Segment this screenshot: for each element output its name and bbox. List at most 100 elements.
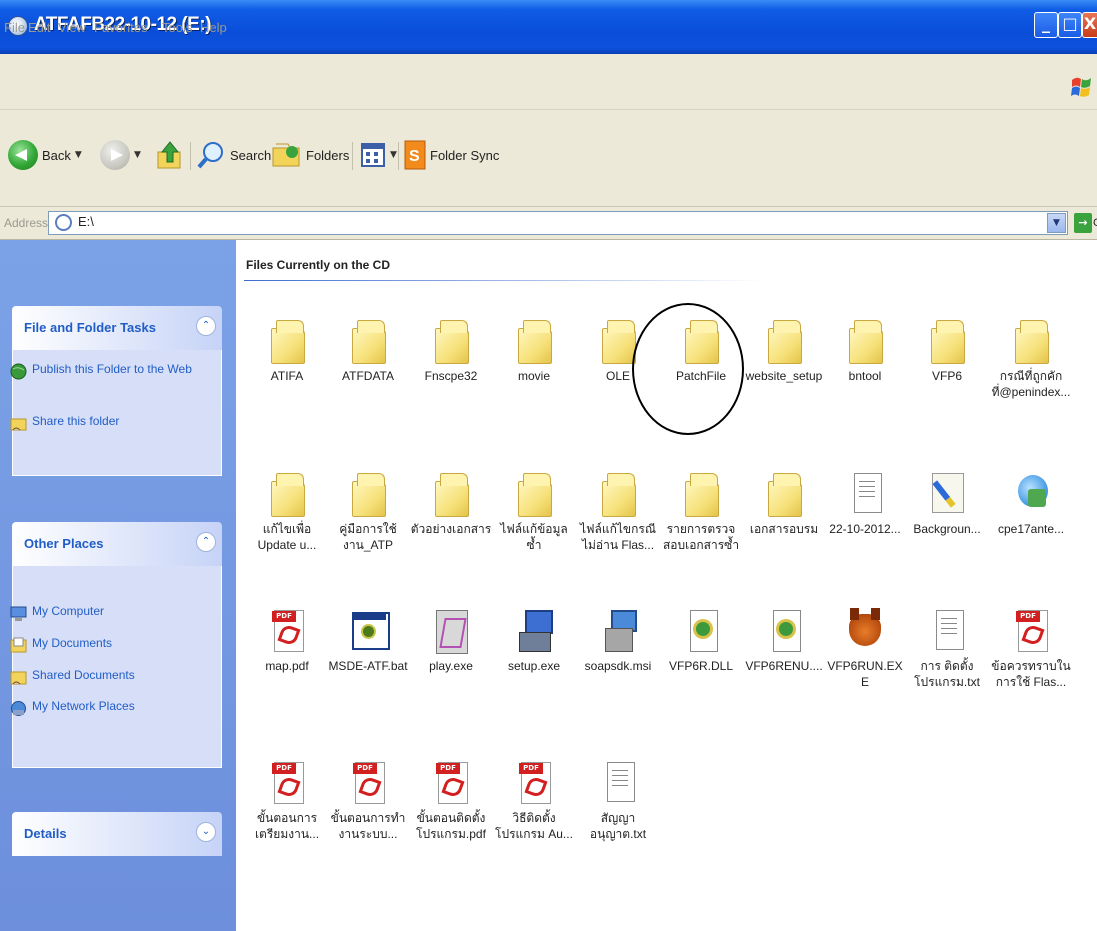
task-share-folder[interactable]: Share this folder: [10, 414, 200, 432]
file-item[interactable]: ข้อควรทราบใน การใช้ Flas...: [990, 608, 1072, 690]
file-item[interactable]: Backgroun...: [906, 471, 988, 537]
place-my-documents[interactable]: My Documents: [10, 636, 112, 654]
details-header[interactable]: Details ⌄: [12, 812, 222, 856]
go-button[interactable]: →: [1074, 213, 1092, 233]
item-label: คู่มือการใช้ งาน_ATP: [339, 522, 397, 552]
views-button[interactable]: ▼: [360, 135, 397, 175]
folder-item[interactable]: ไฟล์แก้ไขกรณี ไม่อ่าน Flas...: [577, 471, 659, 553]
folders-button[interactable]: Folders: [270, 135, 349, 175]
file-item[interactable]: ขั้นตอนการทำ งานระบบ...: [327, 760, 409, 842]
other-places-header[interactable]: Other Places ⌃: [12, 522, 222, 566]
maximize-button[interactable]: □: [1058, 12, 1082, 38]
item-label: bntool: [848, 369, 882, 383]
chevron-down-icon: ▼: [390, 150, 397, 160]
dll-icon: [765, 608, 803, 654]
folder-item[interactable]: แก้ไขเพื่อ Update u...: [246, 471, 328, 553]
item-label: VFP6RUN.EXE: [827, 659, 903, 689]
expand-chevron-icon[interactable]: ⌄: [196, 822, 216, 842]
shared-documents-label: Shared Documents: [32, 668, 135, 682]
item-label: การ ติดตั้งโปรแกรม.txt: [914, 659, 980, 689]
folder-sync-button[interactable]: S Folder Sync: [404, 135, 499, 175]
file-item[interactable]: VFP6RUN.EXE: [824, 608, 906, 690]
file-item[interactable]: soapsdk.msi: [577, 608, 659, 674]
file-item[interactable]: cpe17ante...: [990, 471, 1072, 537]
minimize-button[interactable]: _: [1034, 12, 1058, 38]
pdf-icon: [268, 760, 306, 806]
folder-item[interactable]: movie: [493, 318, 575, 384]
pdf-icon: [268, 608, 306, 654]
item-label: Fnscpe32: [424, 369, 478, 383]
folder-item[interactable]: Fnscpe32: [410, 318, 492, 384]
file-item[interactable]: ขั้นตอนการ เตรียมงาน...: [246, 760, 328, 842]
pdf-icon: [349, 760, 387, 806]
item-label: ตัวอย่างเอกสาร: [410, 522, 492, 536]
item-label: ไฟล์แก้ข้อมูล ซ้ำ: [500, 522, 568, 552]
file-item[interactable]: play.exe: [410, 608, 492, 674]
folder-item[interactable]: คู่มือการใช้ งาน_ATP: [327, 471, 409, 553]
shared-documents-icon: [10, 671, 27, 685]
collapse-chevron-icon[interactable]: ⌃: [196, 532, 216, 552]
address-value[interactable]: E:\: [78, 214, 94, 229]
menu-edit[interactable]: Edit: [28, 20, 50, 35]
my-computer-label: My Computer: [32, 604, 105, 618]
folder-icon: [599, 471, 637, 517]
menu-view[interactable]: View: [58, 20, 86, 35]
item-label: รายการตรวจ สอบเอกสารซ้ำ: [662, 522, 740, 552]
item-label: ATFDATA: [342, 369, 394, 383]
folder-item[interactable]: ไฟล์แก้ข้อมูล ซ้ำ: [493, 471, 575, 553]
menu-file[interactable]: File: [4, 20, 25, 35]
folder-item[interactable]: ATIFA: [246, 318, 328, 384]
menu-help[interactable]: Help: [200, 20, 227, 35]
item-label: website_setup: [745, 369, 823, 383]
executable-icon: [432, 608, 470, 654]
address-dropdown-button[interactable]: ▼: [1047, 213, 1066, 233]
back-button[interactable]: Back ▼: [8, 135, 82, 175]
menu-tools[interactable]: Tools: [162, 20, 192, 35]
folder-item[interactable]: VFP6: [906, 318, 988, 384]
collapse-chevron-icon[interactable]: ⌃: [196, 316, 216, 336]
folder-item[interactable]: website_setup: [743, 318, 825, 384]
place-shared-documents[interactable]: Shared Documents: [10, 668, 135, 686]
dll-icon: [682, 608, 720, 654]
folder-item[interactable]: ATFDATA: [327, 318, 409, 384]
folder-item[interactable]: ตัวอย่างเอกสาร: [410, 471, 492, 537]
file-item[interactable]: setup.exe: [493, 608, 575, 674]
up-button[interactable]: [156, 135, 184, 175]
folder-item[interactable]: bntool: [824, 318, 906, 384]
file-folder-tasks-title: File and Folder Tasks: [24, 320, 156, 335]
my-documents-label: My Documents: [32, 636, 113, 650]
file-item[interactable]: VFP6R.DLL: [660, 608, 742, 674]
folder-item[interactable]: เอกสารอบรม: [743, 471, 825, 537]
close-button[interactable]: X: [1082, 12, 1097, 38]
item-label: VFP6RENU....: [745, 659, 823, 673]
place-my-network[interactable]: My Network Places: [10, 699, 135, 717]
file-item[interactable]: วิธีติดตั้ง โปรแกรม Au...: [493, 760, 575, 842]
file-item[interactable]: map.pdf: [246, 608, 328, 674]
address-input[interactable]: [48, 211, 1068, 235]
place-my-computer[interactable]: My Computer: [10, 604, 104, 622]
back-label: Back: [42, 147, 71, 163]
item-label: cpe17ante...: [997, 522, 1065, 536]
item-label: map.pdf: [265, 659, 309, 673]
folder-icon: [599, 318, 637, 364]
search-button[interactable]: Search: [196, 135, 271, 175]
file-item[interactable]: 22-10-2012...: [824, 471, 906, 537]
file-item[interactable]: การ ติดตั้งโปรแกรม.txt: [906, 608, 988, 690]
file-item[interactable]: VFP6RENU....: [743, 608, 825, 674]
forward-button[interactable]: ▼: [100, 135, 141, 175]
item-label: สัญญาอนุญาต.txt: [589, 811, 647, 841]
file-folder-tasks-header[interactable]: File and Folder Tasks ⌃: [12, 306, 222, 350]
folder-item[interactable]: รายการตรวจ สอบเอกสารซ้ำ: [660, 471, 742, 553]
foxpro-icon: [846, 608, 884, 654]
task-publish-folder[interactable]: Publish this Folder to the Web: [10, 362, 200, 380]
item-label: play.exe: [429, 659, 473, 673]
menu-favorites[interactable]: Favorites: [94, 20, 147, 35]
folder-item[interactable]: กรณีที่ถูกคัก ที่@penindex...: [990, 318, 1072, 400]
file-item[interactable]: MSDE-ATF.bat: [327, 608, 409, 674]
file-item[interactable]: สัญญาอนุญาต.txt: [577, 760, 659, 842]
folder-icon: [682, 471, 720, 517]
item-label: 22-10-2012...: [829, 522, 901, 536]
file-item[interactable]: ขั้นตอนติดตั้ง โปรแกรม.pdf: [410, 760, 492, 842]
folder-icon: [515, 318, 553, 364]
go-label[interactable]: Go: [1093, 217, 1097, 229]
